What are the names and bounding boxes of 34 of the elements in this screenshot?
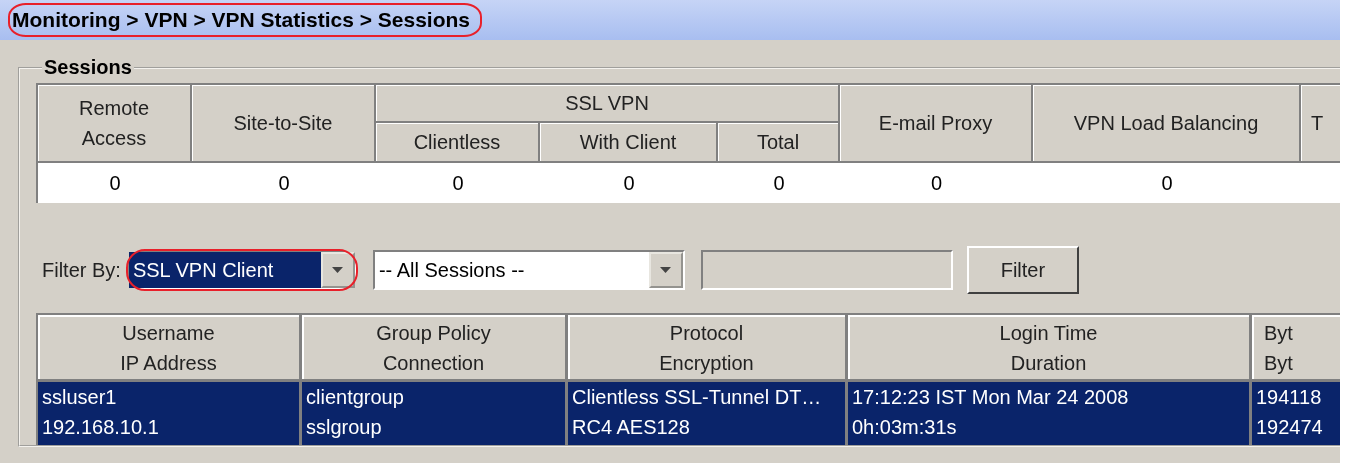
table-cell[interactable]: Clientless SSL-Tunnel DT… RC4 AES128 <box>568 382 848 445</box>
table-cell: 0 <box>1033 163 1301 203</box>
column-header: Group Policy Connection <box>302 315 568 382</box>
filter-button[interactable]: Filter <box>966 246 1079 294</box>
table-cell[interactable]: ssluser1 192.168.10.1 <box>38 382 302 445</box>
group-title: Sessions <box>43 56 133 79</box>
dropdown[interactable]: -- All Sessions -- <box>372 250 685 290</box>
table-cell[interactable]: clientgroup sslgroup <box>302 382 568 445</box>
column-header: Protocol Encryption <box>568 315 848 382</box>
dropdown-arrow-icon <box>332 266 344 274</box>
column-header: Username IP Address <box>38 315 302 382</box>
table-cell: 0 <box>718 163 840 203</box>
dropdown-arrow-icon <box>660 266 672 274</box>
table-cell: 0 <box>376 163 540 203</box>
breadcrumb-path: Monitoring > VPN > VPN Statistics > Sessions <box>8 3 483 37</box>
column-header: Remote Access <box>38 85 192 163</box>
column-header: E-mail Proxy <box>840 85 1033 163</box>
table-cell[interactable]: 17:12:23 IST Mon Mar 24 2008 0h:03m:31s <box>848 382 1252 445</box>
table-cell: 0 <box>38 163 192 203</box>
column-header: VPN Load Balancing <box>1033 85 1301 163</box>
filter-label: Filter By: <box>42 258 121 282</box>
column-header: Login Time Duration <box>848 315 1252 382</box>
column-header: Site-to-Site <box>192 85 376 163</box>
column-header: Byt Byt <box>1252 315 1340 382</box>
table-cell: 0 <box>192 163 376 203</box>
column-group-header: SSL VPN <box>376 85 840 123</box>
column-header: T <box>1301 85 1340 163</box>
table-cell[interactable]: 194118 192474 <box>1252 382 1340 445</box>
table-cell: 0 <box>540 163 718 203</box>
column-header: Total <box>718 123 840 163</box>
column-header: Clientless <box>376 123 540 163</box>
column-header: With Client <box>540 123 718 163</box>
table-cell: 0 <box>840 163 1033 203</box>
dropdown[interactable]: SSL VPN Client <box>126 250 357 290</box>
